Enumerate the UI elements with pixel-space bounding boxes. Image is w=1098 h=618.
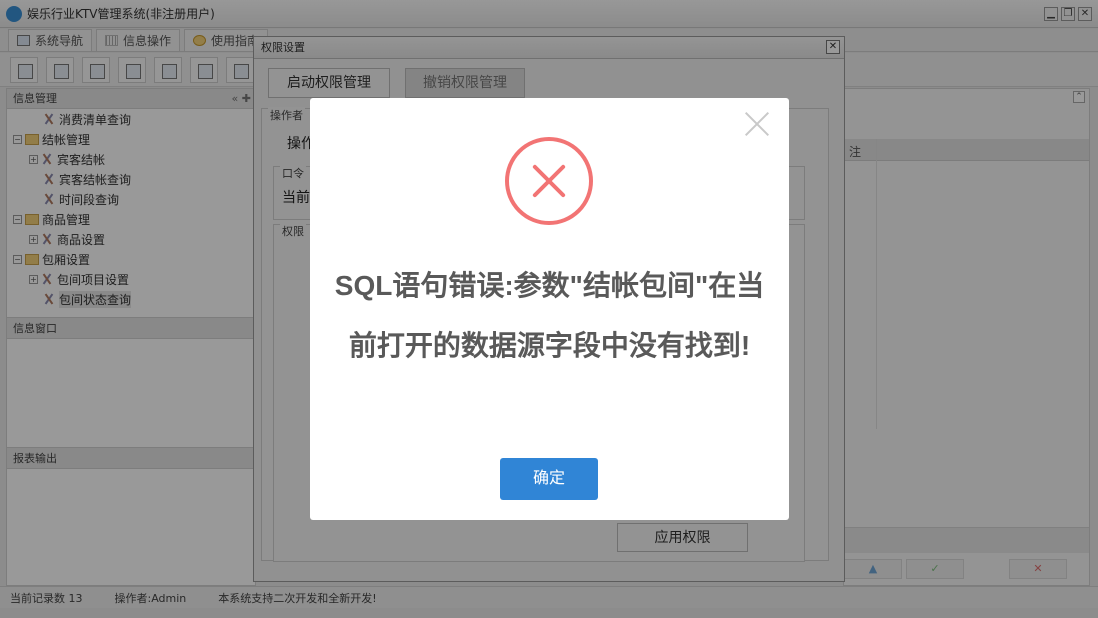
error-icon [505, 137, 593, 225]
error-modal: SQL语句错误:参数"结帐包间"在当前打开的数据源字段中没有找到! 确定 [310, 98, 789, 520]
confirm-button[interactable]: 确定 [500, 458, 598, 500]
error-message: SQL语句错误:参数"结帐包间"在当前打开的数据源字段中没有找到! [334, 270, 765, 361]
close-icon[interactable] [743, 110, 771, 138]
